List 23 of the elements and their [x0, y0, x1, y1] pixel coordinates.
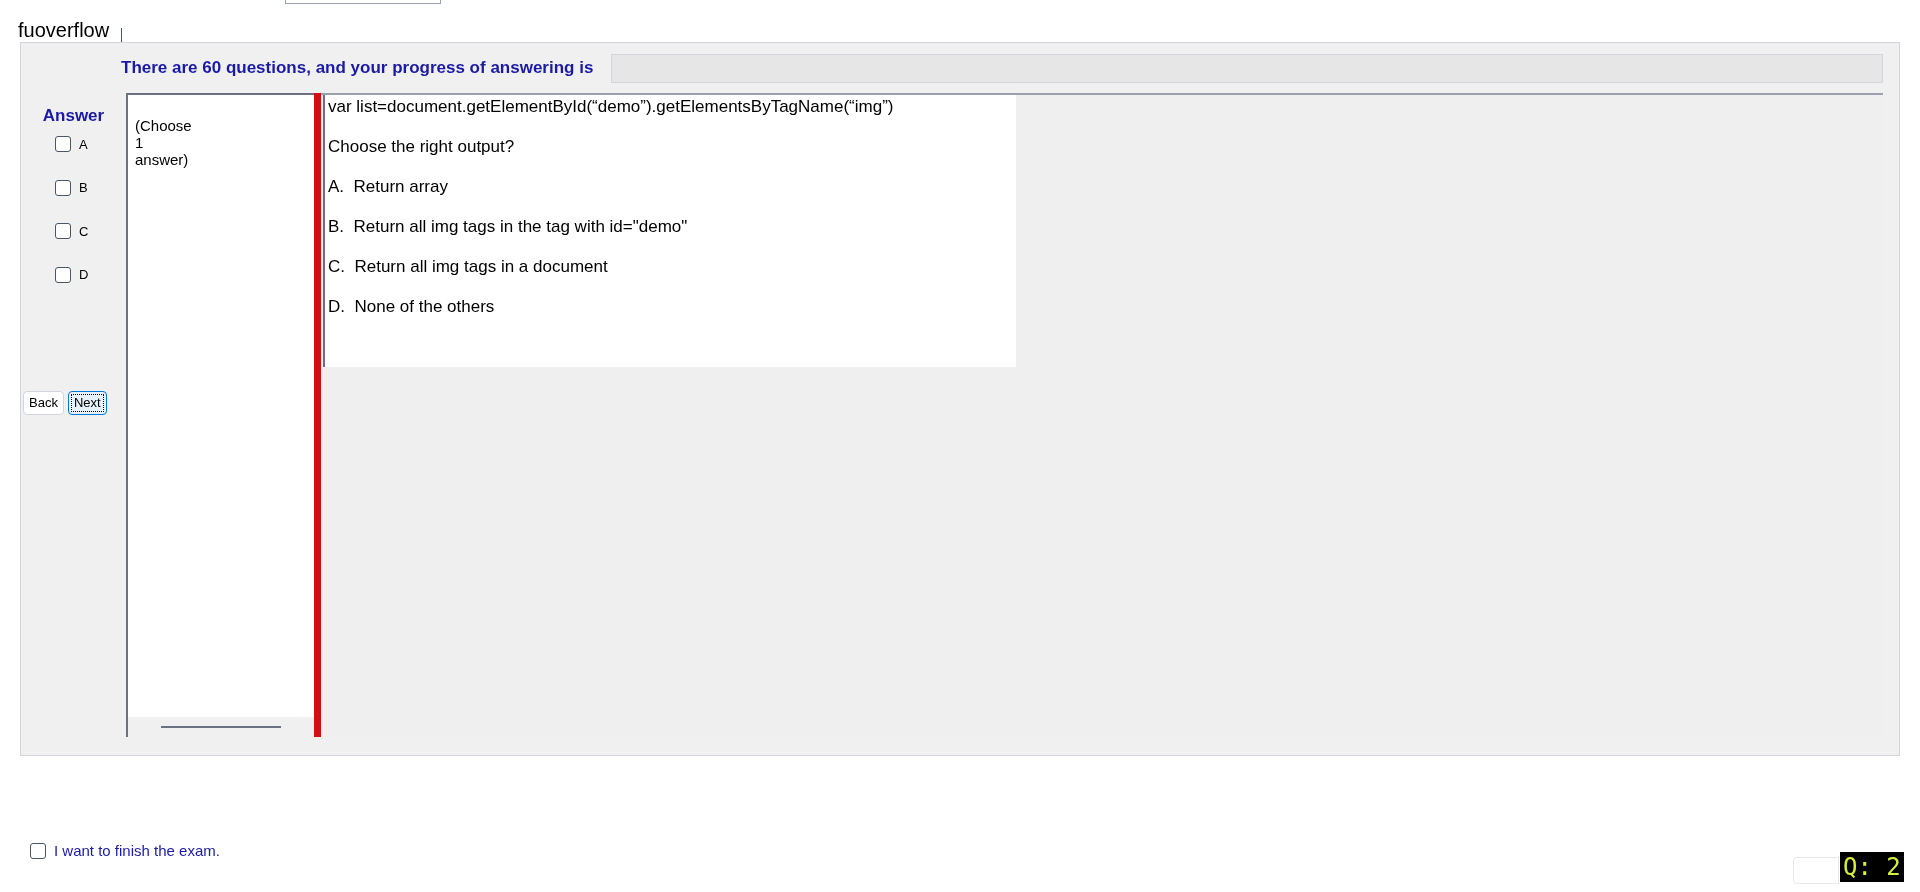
nav-button[interactable]: Back [23, 390, 64, 415]
answer-checkbox[interactable] [55, 179, 71, 196]
answer-option-label: C [79, 222, 89, 241]
question-line: var list=document.getElementById(“demo”).getElementsByTagName(“img”) [328, 97, 895, 117]
site-title: fuoverflow [18, 18, 110, 42]
answer-option-label: D [79, 266, 89, 284]
answer-checkbox[interactable] [55, 223, 71, 240]
finish-label: I want to finish the exam. [54, 841, 220, 861]
question-line: C. Return all img tags in a document [328, 257, 609, 277]
question-line: A. Return array [328, 177, 449, 197]
question-line: D. None of the others [328, 297, 496, 317]
answer-checkbox[interactable] [55, 136, 71, 153]
answer-checkbox[interactable] [55, 266, 71, 283]
finish-checkbox[interactable] [30, 843, 46, 860]
question-line: B. Return all img tags in the tag with id="demo" [328, 217, 689, 237]
nav-button[interactable]: Next [67, 390, 107, 415]
answer-option-label: B [79, 179, 88, 197]
question-line: Choose the right output? [328, 137, 516, 157]
question-number-badge: Q: 2 [1840, 852, 1904, 882]
answer-option-label: A [79, 135, 88, 154]
instruction-text: (Choose 1 answer) [135, 117, 193, 168]
progress-label: There are 60 questions, and your progress of answering is [121, 57, 594, 80]
answer-heading: Answer [42, 105, 105, 127]
